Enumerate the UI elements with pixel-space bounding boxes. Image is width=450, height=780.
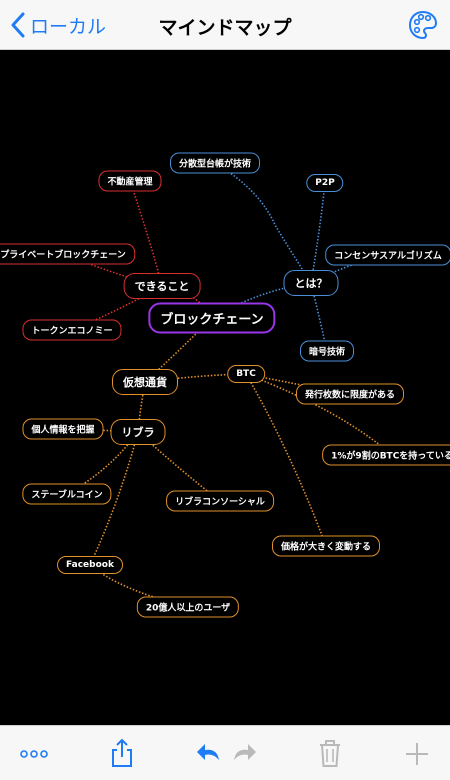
- node-kakaku[interactable]: 価格が大きく変動する: [271, 535, 381, 557]
- node-facebook[interactable]: Facebook: [57, 556, 123, 574]
- bottom-toolbar: [0, 725, 450, 780]
- node-towa[interactable]: とは？: [283, 270, 339, 296]
- node-libra[interactable]: リブラ: [110, 419, 166, 445]
- node-token-economy[interactable]: トークンエコノミー: [22, 319, 122, 341]
- node-fudosan[interactable]: 不動産管理: [98, 170, 162, 192]
- undo-icon[interactable]: [195, 738, 225, 768]
- node-p2p[interactable]: P2P: [306, 174, 344, 192]
- navigation-bar: ローカル マインドマップ: [0, 0, 450, 50]
- page-title: マインドマップ: [158, 17, 292, 39]
- node-dekiru[interactable]: できること: [123, 273, 201, 299]
- node-users[interactable]: 20億人以上のユーザ: [136, 596, 240, 618]
- node-stablecoin[interactable]: ステーブルコイン: [22, 483, 112, 505]
- node-private-blockchain[interactable]: プライベートブロックチェーン: [0, 243, 135, 265]
- node-hakko[interactable]: 発行枚数に限度がある: [295, 383, 405, 405]
- node-btc[interactable]: BTC: [227, 365, 265, 383]
- trash-icon[interactable]: [315, 738, 345, 768]
- node-angou[interactable]: 暗号技術: [299, 340, 355, 362]
- redo-icon[interactable]: [228, 738, 258, 768]
- mindmap-canvas[interactable]: ブロックチェーン できること 不動産管理 プライベートブロックチェーン トークン…: [0, 50, 450, 725]
- share-icon[interactable]: [107, 738, 137, 768]
- node-bunsan[interactable]: 分散型台帳が技術: [169, 152, 261, 174]
- add-icon[interactable]: [402, 738, 432, 768]
- palette-icon[interactable]: [408, 9, 438, 41]
- node-one-percent[interactable]: 1%が9割のBTCを持っている: [322, 444, 450, 466]
- more-icon[interactable]: [19, 738, 49, 768]
- node-kojin[interactable]: 個人情報を把握: [22, 418, 104, 440]
- node-consensus[interactable]: コンセンサスアルゴリズム: [325, 244, 450, 266]
- node-kasou-tsuka[interactable]: 仮想通貨: [112, 369, 178, 395]
- root-node[interactable]: ブロックチェーン: [148, 302, 276, 334]
- node-libra-consortium[interactable]: リブラコンソーシャル: [166, 490, 274, 512]
